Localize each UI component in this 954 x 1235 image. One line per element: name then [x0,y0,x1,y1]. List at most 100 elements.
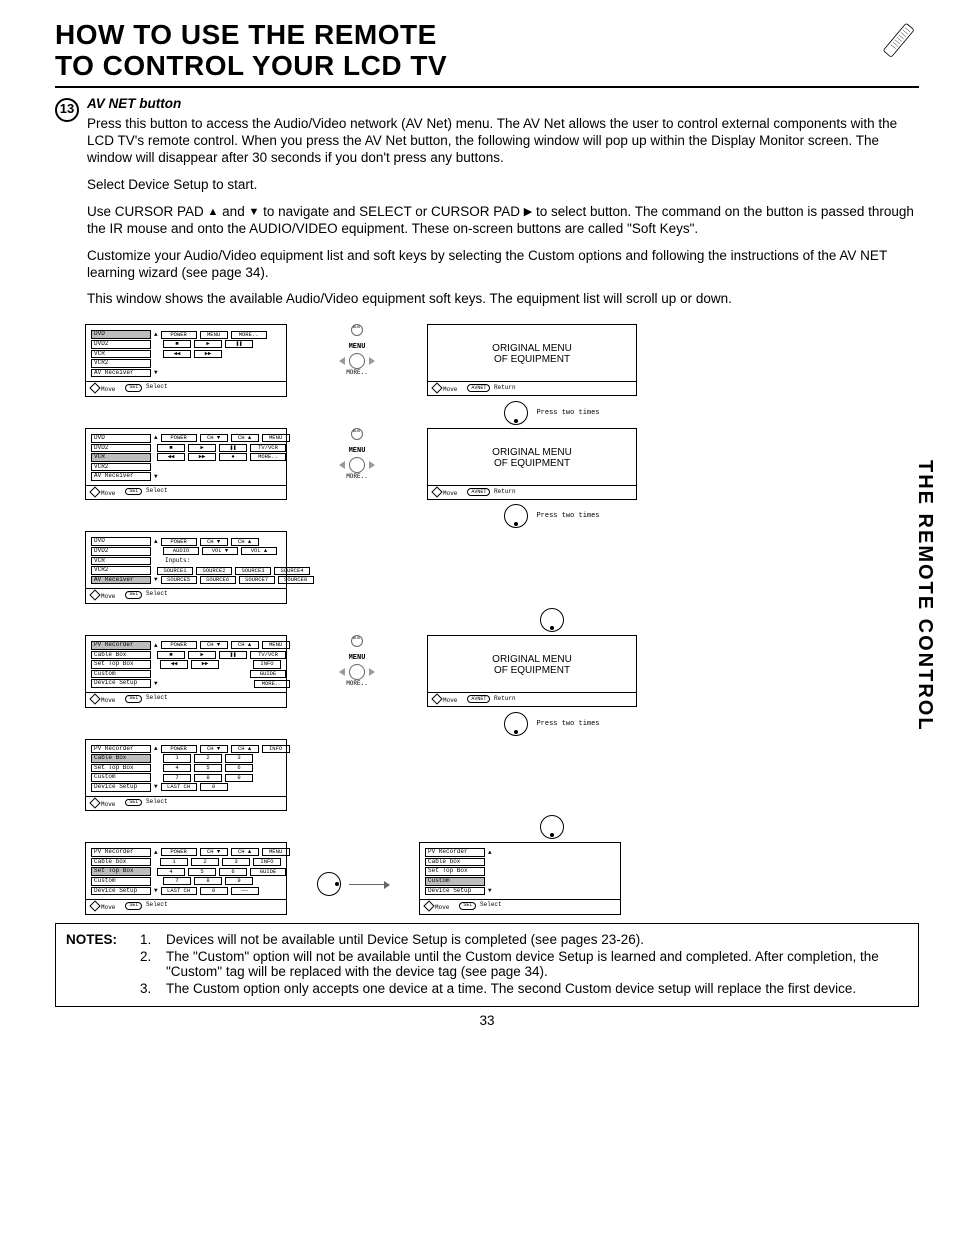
diagram-row: DVD▲POWERCH ▼CH ▲DVD2 AUDIOVOL ▼VOL ▲VCR… [85,531,919,604]
soft-key: POWER [161,641,197,649]
note-number: 2. [140,949,158,979]
soft-key: MORE.. [254,680,290,688]
device-label: Custom [91,877,151,886]
press-instruction: Press two times [185,401,919,425]
scroll-down-icon: ▼ [154,371,158,375]
soft-key: TV/VCR [250,444,286,452]
title-line-2: TO CONTROL YOUR LCD TV [55,50,447,81]
scroll-up-icon: ▲ [488,851,492,855]
soft-key: CH ▲ [231,641,259,649]
device-label: VCR2 [91,566,151,575]
diagram-row: PV Recorder▲POWERCH ▼CH ▲MENUCable Box ■… [85,635,919,708]
device-label: PV Recorder [91,641,151,650]
softkey-panel: PV Recorder▲POWERCH ▼CH ▲MENUCable box 1… [85,842,287,915]
soft-key: CH ▼ [200,848,228,856]
soft-key: POWER [161,538,197,546]
remote-illustration-icon [877,20,919,62]
soft-key: LAST CH [161,783,197,791]
soft-key: 9 [225,774,253,782]
soft-key: CH ▼ [200,745,228,753]
menu-indicator: AUXMENUMORE.. [317,324,397,376]
device-label: Cable Box [91,651,151,660]
soft-key: MENU [262,434,290,442]
soft-key: 3 [222,858,250,866]
device-label: VCR2 [91,359,151,368]
device-label: AV Receiver [91,472,151,481]
up-arrow-icon: ▲ [208,206,219,218]
soft-key: ◀◀ [160,660,188,668]
paragraph-4: Customize your Audio/Video equipment lis… [87,248,919,282]
soft-key: CH ▲ [231,538,259,546]
scroll-down-icon: ▼ [154,682,158,686]
softkey-panel: DVD▲POWERMENUMORE..DVD2 ■▶❚❚VCR ◀◀▶▶VCR2… [85,324,287,397]
scroll-up-icon: ▲ [154,333,158,337]
soft-key: 0 [200,887,228,895]
soft-key: 2 [191,858,219,866]
soft-key: 4 [157,868,185,876]
right-arrow-icon [349,884,389,885]
soft-key: ❚❚ [225,340,253,348]
soft-key: 4 [163,764,191,772]
device-label: PV Recorder [425,848,485,857]
soft-key: ● [219,453,247,461]
side-tab: THE REMOTE CONTROL [913,460,936,732]
softkey-panel: DVD▲POWERCH ▼CH ▲DVD2 AUDIOVOL ▼VOL ▲VCR… [85,531,287,604]
soft-key: TV/VCR [250,651,286,659]
device-label: PV Recorder [91,848,151,857]
dpad-icon [317,872,341,896]
dpad-icon [504,504,528,528]
softkey-panel: PV Recorder▲Cable box Set Top Box Custom… [419,842,621,915]
device-label: Custom [91,670,151,679]
soft-key: SOURCE2 [196,567,232,575]
soft-key: CH ▼ [200,538,228,546]
press-instruction: Press two times [185,504,919,528]
device-label: Device Setup [425,887,485,896]
soft-key: 6 [225,764,253,772]
device-label: AV Receiver [91,369,151,378]
soft-key: CH ▲ [231,848,259,856]
soft-key: MORE.. [250,453,286,461]
device-label: VCR [91,453,151,462]
soft-key: GUIDE [250,670,286,678]
diagram-row: PV Recorder▲POWERCH ▼CH ▲INFOCable Box 1… [85,739,919,812]
device-label: DVD [91,537,151,546]
soft-key: MORE.. [231,331,267,339]
soft-key: ▶▶ [191,660,219,668]
soft-key: ▶ [188,444,216,452]
diagram-row: PV Recorder▲POWERCH ▼CH ▲MENUCable box 1… [85,842,919,915]
device-label: DVD2 [91,340,151,349]
device-label: VCR [91,557,151,566]
soft-key: VOL ▼ [202,547,238,555]
soft-key: SOURCE3 [235,567,271,575]
soft-key: 6 [219,868,247,876]
step-number-circle: 13 [55,98,79,122]
scroll-down-icon: ▼ [154,475,158,479]
device-label: VCR [91,350,151,359]
soft-key: 3 [225,754,253,762]
device-label: Set Top Box [425,867,485,876]
right-arrow-icon: ▶ [524,206,532,218]
page-title-block: HOW TO USE THE REMOTE TO CONTROL YOUR LC… [55,20,919,88]
soft-key: ▶▶ [188,453,216,461]
soft-key: 1 [163,754,191,762]
note-number: 3. [140,981,158,996]
soft-key: ▶ [194,340,222,348]
soft-key: SOURCE7 [239,576,275,584]
soft-key: SOURCE8 [278,576,314,584]
inputs-label: Inputs: [163,558,221,565]
soft-key: SOURCE6 [200,576,236,584]
soft-key: —— [231,887,259,895]
soft-key: SOURCE5 [161,576,197,584]
soft-key: ❚❚ [219,651,247,659]
panel-footer: MoveSEL Select [86,381,286,396]
paragraph-1: Press this button to access the Audio/Vi… [87,116,919,167]
notes-label: NOTES: [66,932,132,947]
soft-key: VOL ▲ [241,547,277,555]
paragraph-3: Use CURSOR PAD ▲ and ▼ to navigate and S… [87,204,919,238]
notes-box: NOTES: 1. Devices will not be available … [55,923,919,1007]
device-label: DVD [91,434,151,443]
soft-key: LAST CH [161,887,197,895]
soft-key: CH ▲ [231,745,259,753]
note-number: 1. [140,932,158,947]
soft-key: 7 [163,877,191,885]
